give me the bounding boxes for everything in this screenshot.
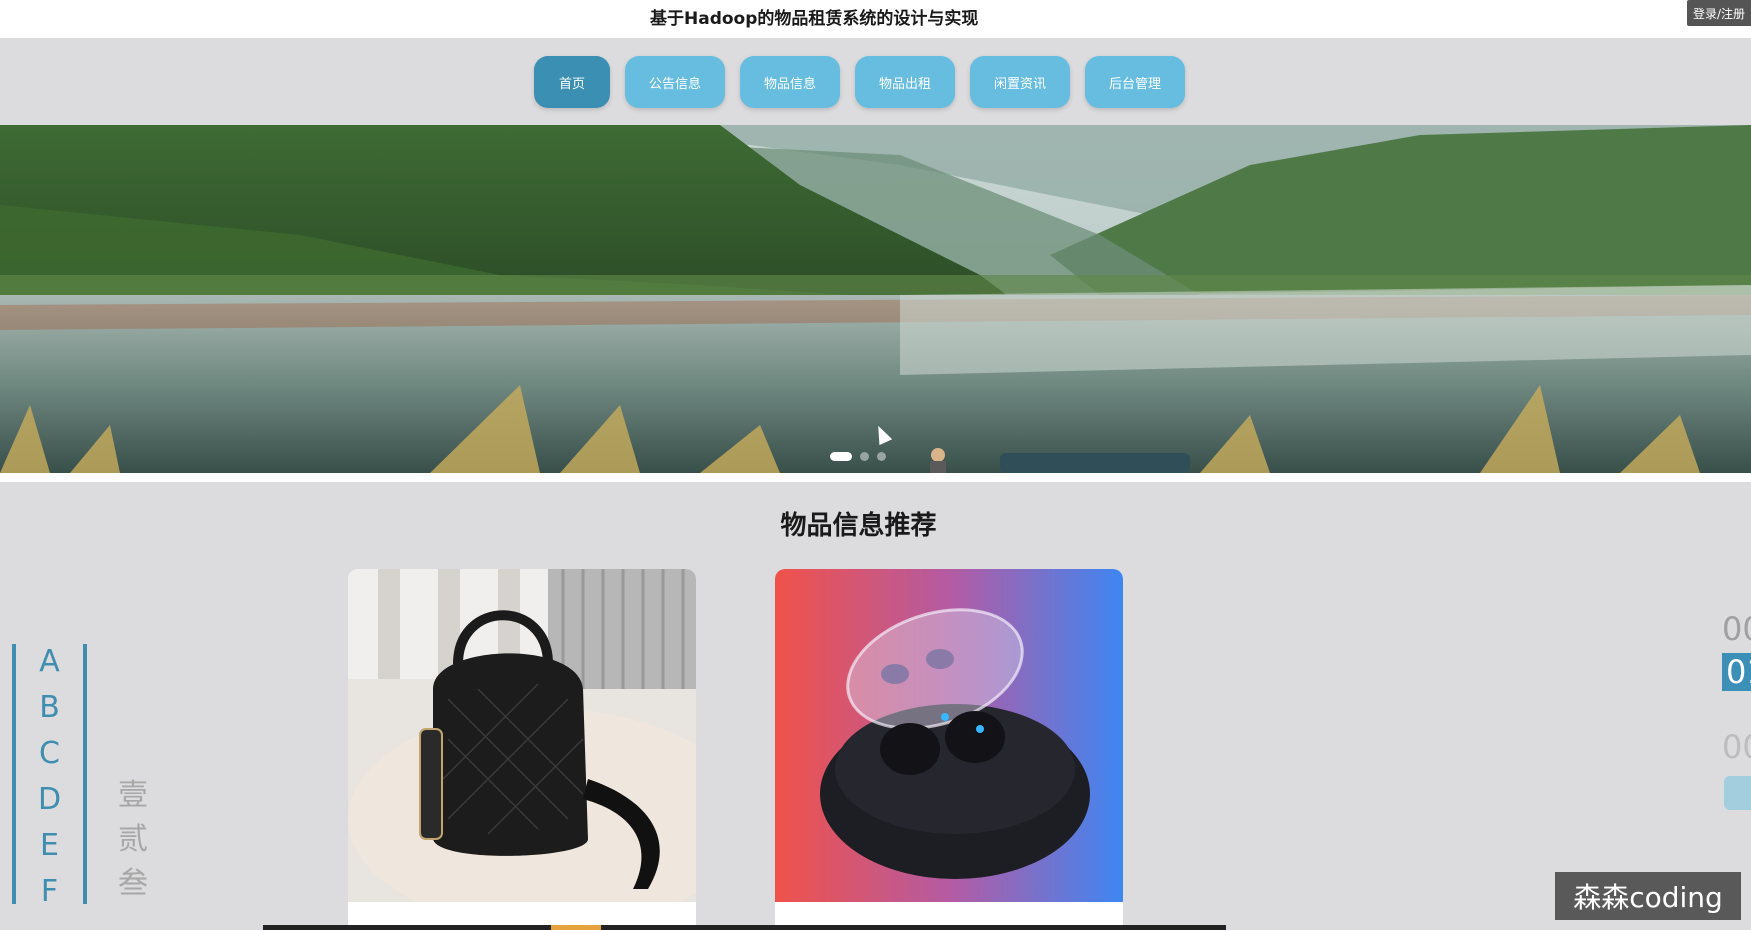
carousel-dot-1[interactable] xyxy=(830,451,852,461)
carousel-dot-3[interactable] xyxy=(877,451,886,461)
item-card-backpack[interactable] xyxy=(348,569,696,930)
letter-e[interactable]: E xyxy=(16,828,83,863)
banner-landscape-image xyxy=(0,125,1751,473)
banner-divider xyxy=(0,473,1751,482)
letter-f[interactable]: F xyxy=(16,874,83,909)
banner-carousel[interactable] xyxy=(0,125,1751,473)
right-number-00[interactable]: 00 xyxy=(1722,610,1751,648)
site-title: 基于Hadoop的物品租赁系统的设计与实现 xyxy=(650,9,979,29)
side-cn-numbers: 壹 贰 叁 xyxy=(113,774,153,906)
main-nav: 首页 公告信息 物品信息 物品出租 闲置资讯 后台管理 xyxy=(0,38,1751,125)
letter-d[interactable]: D xyxy=(16,782,83,817)
right-page-index: 00 01 00 xyxy=(1722,610,1751,910)
item-card-earbuds[interactable] xyxy=(775,569,1123,930)
letter-c[interactable]: C xyxy=(16,736,83,771)
cn-number-2: 贰 xyxy=(118,822,148,857)
right-number-02[interactable]: 00 xyxy=(1722,728,1751,766)
nav-item-rental[interactable]: 物品出租 xyxy=(855,56,955,108)
letter-b[interactable]: B xyxy=(16,690,83,725)
nav-home[interactable]: 首页 xyxy=(534,56,610,108)
carousel-indicators xyxy=(830,451,886,461)
nav-items[interactable]: 物品信息 xyxy=(740,56,840,108)
right-number-01[interactable]: 01 xyxy=(1722,653,1751,691)
watermark: 森森coding xyxy=(1555,872,1741,920)
nav-admin[interactable]: 后台管理 xyxy=(1085,56,1185,108)
cn-number-3: 叁 xyxy=(118,866,148,901)
top-bar: 基于Hadoop的物品租赁系统的设计与实现 登录/注册 xyxy=(0,0,1751,38)
right-indicator-block xyxy=(1724,776,1751,810)
recommend-section-title: 物品信息推荐 xyxy=(780,511,937,541)
login-register-button[interactable]: 登录/注册 xyxy=(1687,0,1751,26)
nav-announcements[interactable]: 公告信息 xyxy=(625,56,725,108)
backpack-image xyxy=(348,569,696,902)
letter-a[interactable]: A xyxy=(16,644,83,679)
side-letter-index: A B C D E F xyxy=(12,644,87,909)
video-progress-fill xyxy=(551,925,601,930)
nav-idle-news[interactable]: 闲置资讯 xyxy=(970,56,1070,108)
earbuds-image xyxy=(775,569,1123,902)
video-progress-bar[interactable] xyxy=(263,925,1226,930)
carousel-dot-2[interactable] xyxy=(860,451,869,461)
cn-number-1: 壹 xyxy=(118,778,148,813)
